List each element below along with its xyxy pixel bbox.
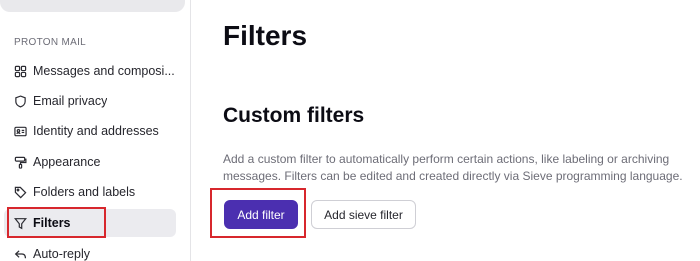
section-title: Custom filters xyxy=(223,104,365,127)
shield-icon xyxy=(13,94,27,108)
sidebar-item-email-privacy[interactable]: Email privacy xyxy=(4,87,176,115)
filters-highlight-annotation xyxy=(7,207,106,238)
add-filter-highlight-annotation xyxy=(210,188,306,238)
page-title: Filters xyxy=(223,20,308,51)
sidebar-item-auto-reply[interactable]: Auto-reply xyxy=(4,240,176,261)
sidebar-top-button[interactable] xyxy=(0,0,185,12)
sidebar-item-messages-and-composing[interactable]: Messages and composi... xyxy=(4,57,176,85)
sidebar-item-label: Identity and addresses xyxy=(33,124,159,138)
paint-roller-icon xyxy=(13,155,27,169)
tag-icon xyxy=(13,185,27,199)
sidebar-item-label: Messages and composi... xyxy=(33,64,175,78)
sidebar-item-folders-and-labels[interactable]: Folders and labels xyxy=(4,178,176,206)
sidebar-section-label: PROTON MAIL xyxy=(14,37,87,48)
grid-icon xyxy=(13,64,27,78)
sidebar-item-identity-and-addresses[interactable]: Identity and addresses xyxy=(4,117,176,145)
sidebar-item-label: Auto-reply xyxy=(33,247,90,261)
sidebar-item-label: Appearance xyxy=(33,155,101,169)
add-sieve-filter-button[interactable]: Add sieve filter xyxy=(311,200,416,229)
sidebar-item-label: Email privacy xyxy=(33,94,108,108)
sidebar-item-label: Folders and labels xyxy=(33,185,136,199)
custom-filters-description: Add a custom filter to automatically per… xyxy=(223,152,683,183)
reply-icon xyxy=(13,247,27,261)
id-card-icon xyxy=(13,124,27,138)
sidebar-item-appearance[interactable]: Appearance xyxy=(4,148,176,176)
